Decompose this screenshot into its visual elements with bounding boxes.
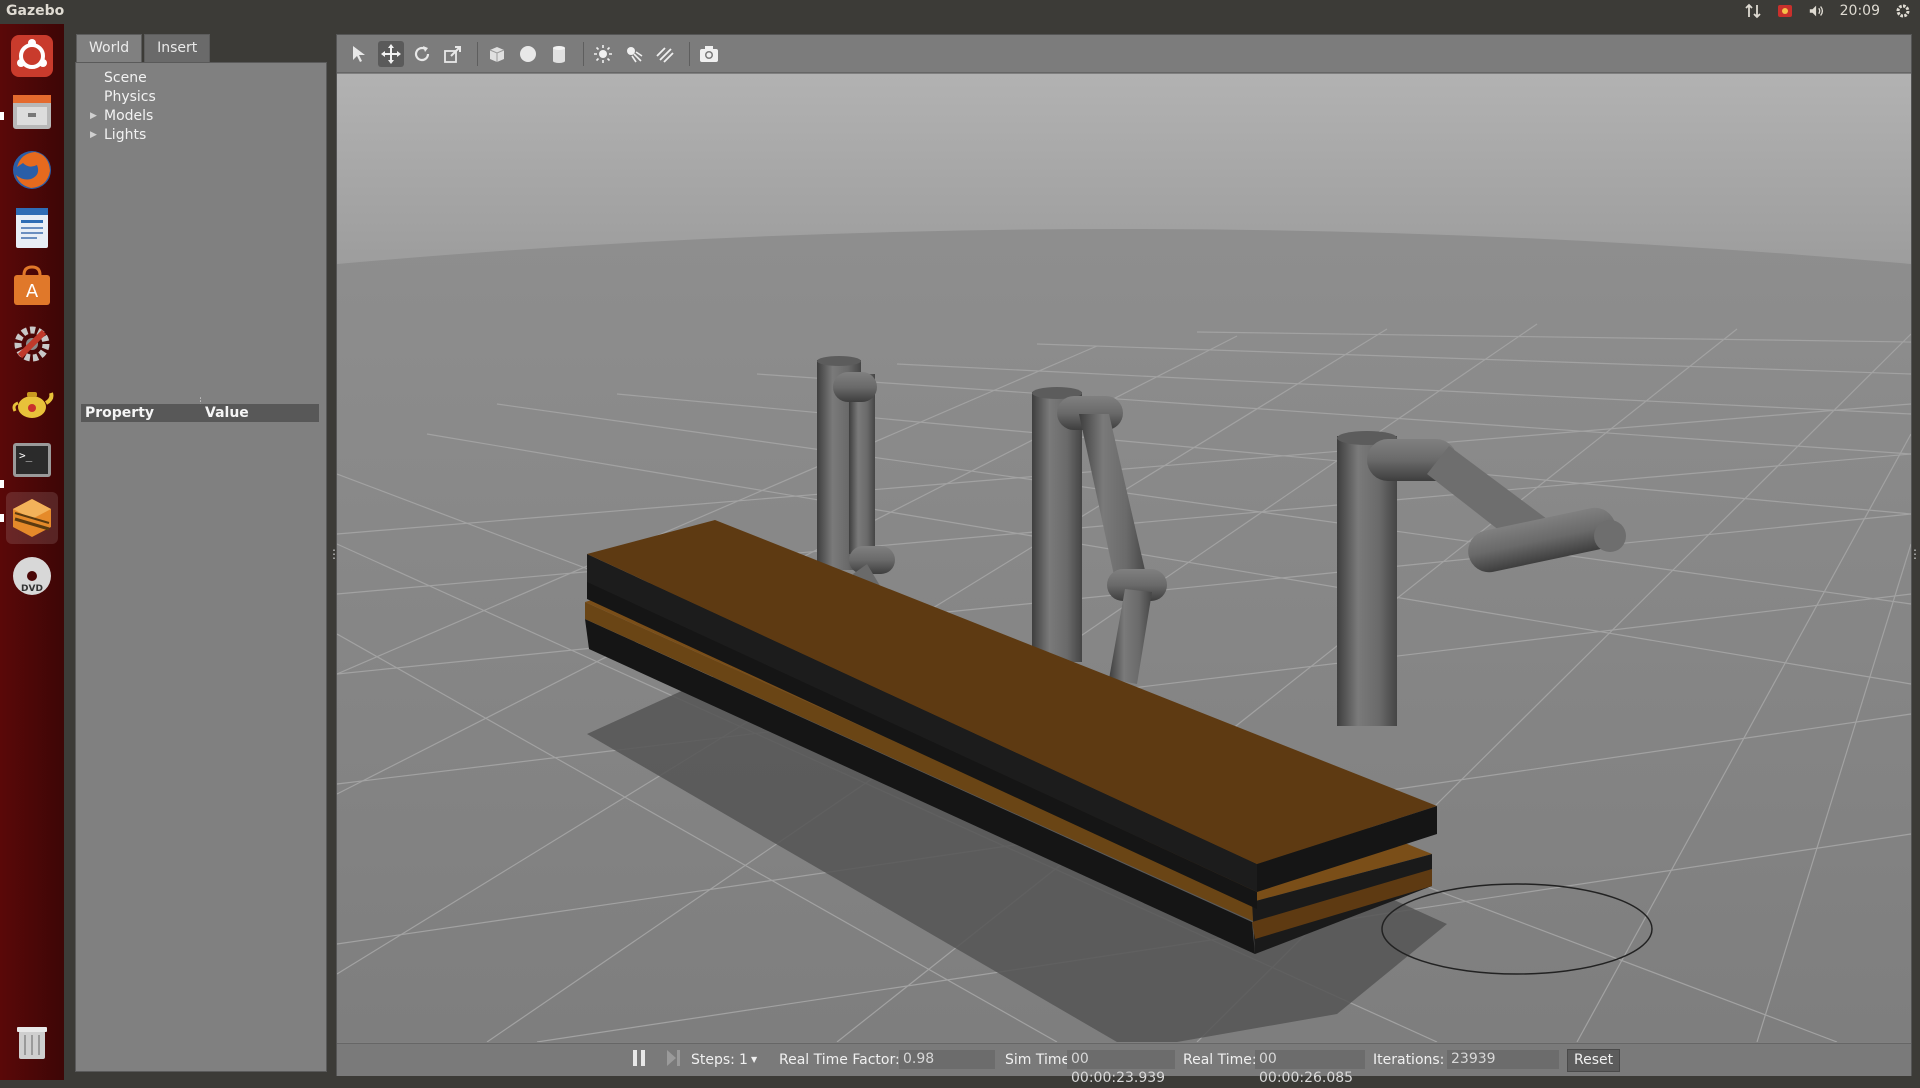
expand-arrow-icon[interactable]: ▶: [90, 111, 97, 121]
render-window: Steps: 1 ▼ Real Time Factor: 0.98 Sim Ti…: [336, 34, 1912, 1086]
toolbar-separator: [477, 41, 478, 66]
left-panel-tabs: World Insert: [76, 34, 211, 62]
steps-label: Steps:: [691, 1052, 735, 1068]
toolbar: [337, 35, 1911, 73]
toolbar-separator: [583, 41, 584, 66]
left-splitter-handle[interactable]: ⋮: [328, 548, 340, 560]
cylinder-icon[interactable]: [546, 41, 572, 67]
tree-item-physics[interactable]: Physics: [104, 89, 156, 105]
tab-world[interactable]: World: [76, 34, 143, 62]
app-title: Gazebo: [6, 3, 65, 19]
real-time-factor-label: Real Time Factor:: [779, 1052, 900, 1068]
tree-item-lights[interactable]: Lights: [104, 127, 146, 143]
unity-launcher: A >_ DVD: [0, 24, 65, 1080]
top-menu-bar: Gazebo 20:09: [0, 0, 1920, 24]
steps-stepper[interactable]: 1: [739, 1052, 748, 1068]
system-settings-icon[interactable]: [6, 318, 58, 370]
ubuntu-dash-icon[interactable]: [6, 30, 58, 82]
value-column-header[interactable]: Value: [201, 404, 249, 422]
trash-icon[interactable]: [6, 1016, 58, 1068]
toolbar-separator: [689, 41, 690, 66]
network-icon[interactable]: [1744, 2, 1762, 20]
firefox-icon[interactable]: [6, 144, 58, 196]
select-icon[interactable]: [347, 41, 373, 67]
tab-insert[interactable]: Insert: [144, 34, 211, 62]
iterations-value: 23939: [1447, 1050, 1559, 1069]
screenshot-icon[interactable]: [696, 41, 722, 67]
svg-text:DVD: DVD: [21, 584, 43, 594]
sphere-icon[interactable]: [515, 41, 541, 67]
gear-icon[interactable]: [1894, 2, 1912, 20]
box-icon[interactable]: [484, 41, 510, 67]
volume-icon[interactable]: [1808, 2, 1826, 20]
writer-icon[interactable]: [6, 202, 58, 254]
real-time-label: Real Time:: [1183, 1052, 1257, 1068]
running-indicator: [0, 480, 4, 488]
svg-text:>_: >_: [19, 449, 33, 462]
chevron-down-icon[interactable]: ▼: [751, 1055, 757, 1064]
files-icon[interactable]: [6, 86, 58, 138]
running-indicator: [0, 514, 4, 522]
pause-icon[interactable]: [631, 1049, 647, 1071]
running-indicator: [0, 112, 4, 120]
iterations-label: Iterations:: [1373, 1052, 1445, 1068]
property-table-header: Property Value: [81, 404, 319, 422]
directional-light-icon[interactable]: [652, 41, 678, 67]
svg-text:A: A: [26, 281, 39, 302]
mail-indicator-icon[interactable]: [1776, 2, 1794, 20]
tree-item-scene[interactable]: Scene: [104, 70, 147, 86]
sim-time-value: 00 00:00:23.939: [1067, 1050, 1175, 1086]
dvd-icon[interactable]: DVD: [6, 550, 58, 602]
translate-icon[interactable]: [378, 40, 404, 67]
real-time-value: 00 00:00:26.085: [1255, 1050, 1365, 1086]
spot-light-icon[interactable]: [621, 41, 647, 67]
tree-item-models[interactable]: Models: [104, 108, 153, 124]
point-light-icon[interactable]: [590, 41, 616, 67]
scale-icon[interactable]: [440, 41, 466, 67]
3d-viewport[interactable]: [337, 74, 1911, 1042]
real-time-factor-value: 0.98: [899, 1050, 995, 1069]
property-column-header[interactable]: Property: [81, 404, 201, 422]
terminal-icon[interactable]: >_: [6, 434, 58, 486]
clock[interactable]: 20:09: [1840, 3, 1880, 19]
teapot-icon[interactable]: [6, 376, 58, 428]
world-tree-panel: Scene Physics ▶ Models ▶ Lights ⋮ Proper…: [75, 62, 327, 1072]
sim-time-label: Sim Time:: [1005, 1052, 1075, 1068]
reset-button[interactable]: Reset: [1567, 1049, 1621, 1072]
gazebo-icon[interactable]: [6, 492, 58, 544]
software-center-icon[interactable]: A: [6, 260, 58, 312]
rotate-icon[interactable]: [409, 41, 435, 67]
step-forward-icon[interactable]: [665, 1049, 681, 1071]
status-bar: Steps: 1 ▼ Real Time Factor: 0.98 Sim Ti…: [337, 1043, 1911, 1086]
expand-arrow-icon[interactable]: ▶: [90, 130, 97, 140]
